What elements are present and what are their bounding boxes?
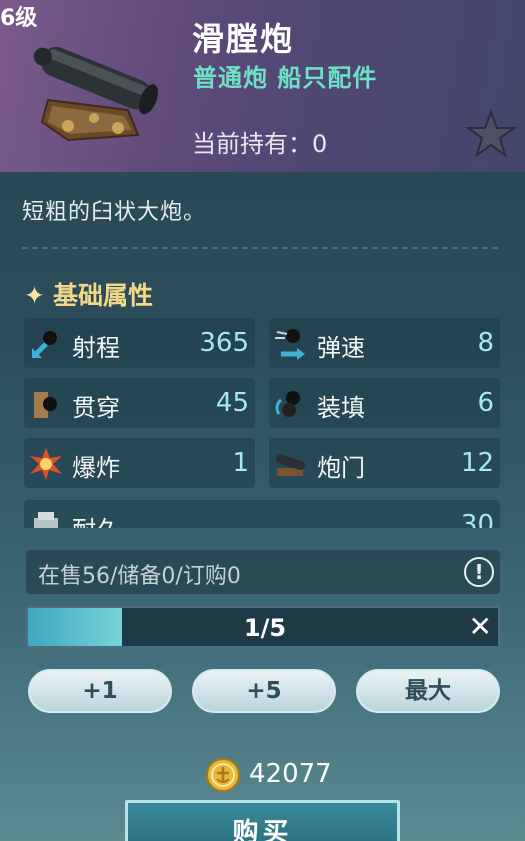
max-button[interactable]: 最大 xyxy=(356,669,500,713)
gold-coin-icon xyxy=(206,758,240,792)
favorite-star-icon[interactable] xyxy=(465,108,517,160)
attr-durability: 耐久 30 xyxy=(24,500,500,528)
durability-icon xyxy=(34,512,58,528)
item-name: 滑膛炮 xyxy=(192,20,295,58)
attr-range: 射程 365 xyxy=(24,318,255,368)
divider xyxy=(22,247,498,249)
gun-port-icon xyxy=(275,454,306,476)
info-icon[interactable]: ! xyxy=(464,557,494,587)
cannon-icon xyxy=(33,46,158,142)
quantity-text: 1/5 xyxy=(243,614,287,642)
plus-one-button[interactable]: +1 xyxy=(28,669,172,713)
market-stock-text: 在售56/储备0/订购0 xyxy=(38,564,241,589)
explosion-icon xyxy=(30,448,62,480)
sparkle-icon: ✦ xyxy=(24,281,45,310)
price-amount: 42077 xyxy=(249,759,332,789)
plus-five-button[interactable]: +5 xyxy=(192,669,336,713)
attr-gun-port: 炮门 12 xyxy=(269,438,500,488)
item-description: 短粗的臼状大炮。 xyxy=(22,200,207,225)
market-stock-bar: 在售56/储备0/订购0 ! xyxy=(26,550,500,594)
quantity-slider[interactable]: 1/5 ✕ xyxy=(26,606,500,648)
attr-penetration: 贯穿 45 xyxy=(24,378,255,428)
attr-explosion: 爆炸 1 xyxy=(24,438,255,488)
item-tier: 6级 xyxy=(0,6,38,31)
holding-count: 当前持有：0 xyxy=(192,130,328,158)
reload-icon xyxy=(275,391,300,417)
range-icon xyxy=(32,331,57,358)
item-header: 6级 滑膛炮 普通炮 船只配件 当前持有：0 xyxy=(0,0,525,172)
item-tags: 普通炮 船只配件 xyxy=(193,64,378,92)
section-title-base-attributes: ✦ 基础属性 xyxy=(24,281,153,310)
penetration-icon xyxy=(34,392,57,418)
attr-reload: 装填 6 xyxy=(269,378,500,428)
attr-shell-speed: 弹速 8 xyxy=(269,318,500,368)
attribute-list[interactable]: 射程 365 弹速 8 贯穿 45 装填 6 爆炸 1 炮门 12 30 xyxy=(24,318,500,528)
clear-icon[interactable]: ✕ xyxy=(469,610,492,644)
shell-speed-icon xyxy=(275,329,305,360)
buy-button[interactable]: 购买 xyxy=(125,800,400,841)
